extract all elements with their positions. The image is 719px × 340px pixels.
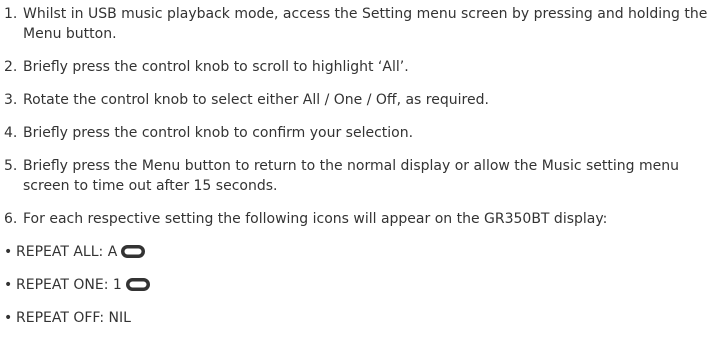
- step-number: 1.: [4, 6, 18, 22]
- bullet-text: REPEAT ALL: A: [16, 244, 118, 260]
- step-number: 3.: [4, 92, 18, 108]
- step-text: For each respective setting the followin…: [23, 211, 608, 227]
- step-1: 1. Whilst in USB music playback mode, ac…: [4, 4, 715, 44]
- step-text: Briefly press the control knob to scroll…: [23, 59, 409, 75]
- step-2: 2. Briefly press the control knob to scr…: [4, 57, 715, 77]
- repeat-icon: [121, 244, 146, 264]
- step-number: 2.: [4, 59, 18, 75]
- step-text: Rotate the control knob to select either…: [23, 92, 489, 108]
- bullet-marker: •: [4, 244, 13, 260]
- bullet-text: REPEAT ONE: 1: [16, 277, 122, 293]
- bullet-repeat-all: • REPEAT ALL: A: [4, 242, 715, 264]
- bullet-repeat-off: • REPEAT OFF: NIL: [4, 308, 715, 328]
- step-text: Whilst in USB music playback mode, acces…: [23, 6, 708, 42]
- step-5: 5. Briefly press the Menu button to retu…: [4, 156, 715, 196]
- step-4: 4. Briefly press the control knob to con…: [4, 123, 715, 143]
- bullet-repeat-one: • REPEAT ONE: 1: [4, 275, 715, 297]
- step-text: Briefly press the Menu button to return …: [23, 158, 679, 194]
- bullet-text: REPEAT OFF: NIL: [16, 310, 131, 326]
- bullet-marker: •: [4, 277, 13, 293]
- repeat-icon: [125, 277, 150, 297]
- instructions-document: 1. Whilst in USB music playback mode, ac…: [0, 0, 719, 340]
- step-number: 4.: [4, 125, 18, 141]
- step-6: 6. For each respective setting the follo…: [4, 209, 715, 229]
- step-number: 5.: [4, 158, 18, 174]
- step-3: 3. Rotate the control knob to select eit…: [4, 90, 715, 110]
- step-number: 6.: [4, 211, 18, 227]
- step-text: Briefly press the control knob to confir…: [23, 125, 414, 141]
- bullet-marker: •: [4, 310, 13, 326]
